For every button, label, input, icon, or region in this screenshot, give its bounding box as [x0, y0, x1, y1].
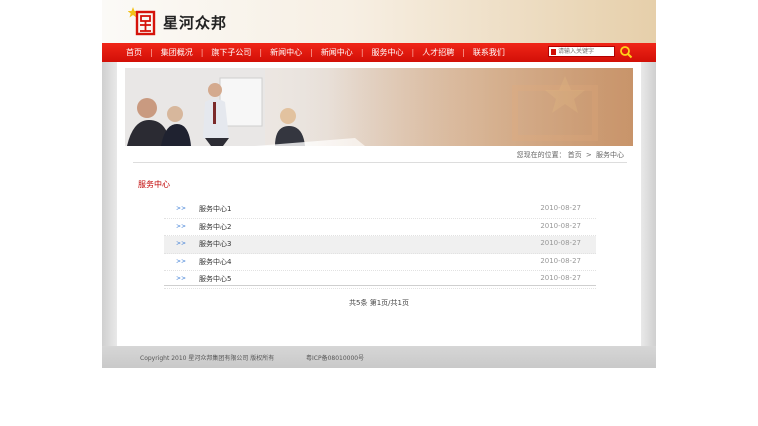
arrow-icon: >> — [176, 275, 187, 282]
article-list: >> 服务中心1 2010-08-27 >> 服务中心2 2010-08-27 … — [164, 201, 596, 289]
page-wrapper: 星河众邦 首页 | 集团概况 | 旗下子公司 | 新闻中心 | 新闻中心 | 服… — [102, 0, 656, 368]
nav-separator: | — [150, 48, 153, 57]
arrow-icon: >> — [176, 240, 187, 247]
pagination[interactable]: 共5条 第1页/共1页 — [117, 298, 641, 308]
right-shadow — [641, 62, 656, 346]
nav-item-news-1[interactable]: 新闻中心 — [270, 43, 302, 62]
copyright-text: Copyright 2010 星河众邦集团有限公司 版权所有 — [140, 355, 275, 362]
breadcrumb-separator: > — [585, 151, 592, 159]
search-box — [548, 46, 615, 57]
nav-item-about[interactable]: 集团概况 — [161, 43, 193, 62]
nav-separator: | — [200, 48, 204, 57]
list-item-date: 2010-08-27 — [540, 221, 581, 230]
icp-text[interactable]: 粤ICP备08010000号 — [306, 353, 364, 362]
site-header: 星河众邦 — [102, 0, 656, 43]
nav-item-service[interactable]: 服务中心 — [372, 43, 404, 62]
nav-separator: | — [259, 48, 263, 57]
list-item[interactable]: >> 服务中心1 2010-08-27 — [164, 201, 596, 219]
nav-item-jobs[interactable]: 人才招聘 — [422, 43, 454, 62]
banner-image — [125, 68, 633, 146]
list-item[interactable]: >> 服务中心4 2010-08-27 — [164, 254, 596, 271]
nav-separator: | — [360, 48, 364, 57]
list-item[interactable]: >> 服务中心2 2010-08-27 — [164, 219, 596, 236]
nav-item-contact[interactable]: 联系我们 — [473, 43, 505, 62]
nav-separator: | — [411, 48, 415, 57]
breadcrumb-home[interactable]: 首页 — [568, 151, 582, 159]
section-title: 服务中心 — [138, 180, 170, 189]
logo-icon[interactable] — [128, 6, 156, 36]
nav-separator: | — [310, 48, 313, 57]
list-item-date: 2010-08-27 — [540, 274, 581, 282]
nav-separator: | — [462, 48, 465, 57]
list-item-date: 2010-08-27 — [540, 239, 581, 247]
breadcrumb-prefix: 您现在的位置： — [516, 151, 566, 159]
nav-item-subsidiaries[interactable]: 旗下子公司 — [211, 43, 251, 62]
left-shadow — [102, 62, 117, 346]
arrow-icon: >> — [176, 205, 187, 212]
site-footer: Copyright 2010 星河众邦集团有限公司 版权所有 粤ICP备0801… — [102, 346, 656, 368]
list-item-date: 2010-08-27 — [540, 256, 581, 265]
list-item-title[interactable]: 服务中心2 — [199, 222, 231, 232]
list-divider — [164, 285, 596, 286]
list-item-title[interactable]: 服务中心1 — [199, 204, 231, 214]
list-item-title[interactable]: 服务中心4 — [199, 257, 231, 267]
main-content: 您现在的位置： 首页 > 服务中心 服务中心 >> 服务中心1 2010-08-2… — [117, 62, 641, 346]
logo-text[interactable]: 星河众邦 — [163, 12, 227, 33]
search-icon[interactable] — [619, 45, 633, 59]
list-item-title[interactable]: 服务中心3 — [199, 239, 231, 249]
nav-item-home[interactable]: 首页 — [126, 43, 142, 62]
breadcrumb-current: 服务中心 — [596, 151, 624, 159]
arrow-icon: >> — [176, 222, 187, 230]
list-item[interactable]: >> 服务中心3 2010-08-27 — [164, 236, 596, 254]
list-item-title[interactable]: 服务中心5 — [199, 274, 231, 284]
divider — [133, 162, 627, 163]
search-input[interactable] — [556, 47, 614, 56]
nav-item-news-2[interactable]: 新闻中心 — [321, 43, 353, 62]
breadcrumb: 您现在的位置： 首页 > 服务中心 — [516, 150, 625, 160]
arrow-icon: >> — [176, 257, 187, 265]
list-item-date: 2010-08-27 — [540, 204, 581, 212]
